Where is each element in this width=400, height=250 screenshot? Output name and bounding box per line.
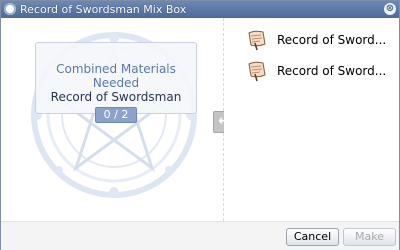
- make-button[interactable]: Make: [343, 228, 396, 246]
- window-icon: [4, 3, 16, 15]
- inventory-list: Record of Sword... Record of Sword...: [224, 18, 399, 221]
- list-item-label: Record of Sword...: [277, 33, 387, 47]
- list-item-label: Record of Sword...: [277, 64, 387, 78]
- button-bar: Cancel Make: [1, 221, 399, 250]
- close-button[interactable]: ⊗: [384, 3, 396, 15]
- scroll-icon: [248, 61, 266, 82]
- material-counter: 0 / 2: [94, 107, 138, 123]
- window-title: Record of Swordsman Mix Box: [20, 3, 187, 16]
- materials-needed-panel: Combined Materials Needed Record of Swor…: [1, 18, 223, 221]
- combined-materials-box: Combined Materials Needed Record of Swor…: [35, 42, 197, 123]
- required-item-name: Record of Swordsman: [50, 90, 182, 104]
- scroll-icon: [248, 30, 266, 51]
- materials-heading: Combined Materials Needed: [56, 62, 176, 90]
- cancel-button[interactable]: Cancel: [286, 228, 339, 246]
- title-bar[interactable]: Record of Swordsman Mix Box ⊗: [1, 1, 399, 18]
- mix-box-window: Record of Swordsman Mix Box ⊗ Combined M…: [0, 0, 400, 250]
